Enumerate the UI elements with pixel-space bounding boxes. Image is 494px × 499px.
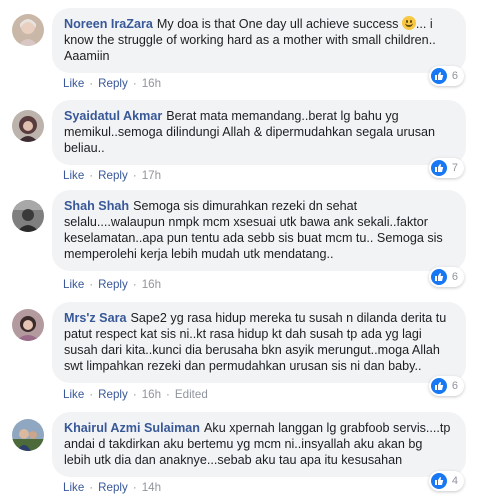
like-button[interactable]: Like: [63, 169, 84, 182]
like-reaction-icon: [430, 473, 447, 489]
reaction-count[interactable]: 6: [428, 66, 464, 86]
comment-text: know the struggle of working hard as a m…: [64, 33, 436, 47]
comment-text: Aku xpernah langgan lg grabfoob servis..…: [204, 421, 451, 435]
reaction-count-text: 6: [451, 271, 458, 283]
avatar[interactable]: [12, 419, 44, 451]
comment-bubble: Khairul Azmi Sulaiman Aku xpernah langgan…: [52, 412, 466, 477]
reaction-count-text: 6: [451, 380, 458, 392]
separator: ·: [132, 169, 137, 182]
reaction-count-text: 6: [451, 70, 458, 82]
separator: ·: [166, 388, 170, 401]
comment-text: lebih utk dia dan anaknye...sebab aku ta…: [64, 453, 403, 467]
separator: ·: [89, 169, 94, 182]
author-name[interactable]: Khairul Azmi Sulaiman: [64, 421, 200, 435]
comment-text: patut respect kat sis ni..kt rasa hidup …: [64, 327, 422, 341]
comment-bubble: Noreen IraZara My doa is that One day ull…: [52, 8, 466, 73]
like-reaction-icon: [430, 68, 447, 84]
separator: ·: [132, 278, 137, 291]
avatar[interactable]: [12, 309, 44, 341]
comment-text: susah dari kita..kunci dia berusaha bkn …: [64, 343, 440, 357]
comment-text: My doa is that One day ull achieve succe…: [156, 17, 399, 31]
timestamp[interactable]: 14h: [142, 481, 161, 494]
reply-button[interactable]: Reply: [98, 278, 128, 291]
author-name[interactable]: Noreen IraZara: [64, 17, 153, 31]
comment-actions: Like · Reply · 17h: [63, 169, 161, 183]
reaction-count[interactable]: 7: [428, 158, 464, 178]
reply-button[interactable]: Reply: [98, 388, 128, 401]
comment-text: keselamatan..apa pun tentu ada sebb sis …: [64, 231, 443, 245]
comment-text: beliau..: [64, 141, 105, 155]
separator: ·: [89, 77, 94, 90]
like-button[interactable]: Like: [63, 481, 84, 494]
comment-text: Sape2 yg rasa hidup mereka tu susah n di…: [130, 311, 447, 325]
avatar[interactable]: [12, 200, 44, 232]
author-name[interactable]: Syaidatul Akmar: [64, 109, 162, 123]
comment-text: memperolehi kerja lebih mudah utk mendat…: [64, 247, 334, 261]
separator: ·: [89, 388, 94, 401]
timestamp[interactable]: 17h: [142, 169, 161, 182]
separator: ·: [89, 481, 94, 494]
like-reaction-icon: [430, 160, 447, 176]
reply-button[interactable]: Reply: [98, 77, 128, 90]
separator: ·: [132, 77, 137, 90]
comment-bubble: Syaidatul Akmar Berat mata memandang..ber…: [52, 100, 466, 165]
comment-text: Aaamiin: [64, 49, 110, 63]
comment-text: memikul..semoga dilindungi Allah & diper…: [64, 125, 436, 139]
reaction-count-text: 4: [451, 475, 458, 487]
comment-actions: Like · Reply · 16h: [63, 278, 161, 292]
comment-actions: Like · Reply · 16h · Edited: [63, 388, 208, 402]
comment-actions: Like · Reply · 14h: [63, 481, 161, 495]
comment-text: selalu....walaupun nmpk mcm xsesuai utk …: [64, 215, 428, 229]
separator: ·: [89, 278, 94, 291]
smile-emoji-icon: [401, 16, 416, 30]
edited-label[interactable]: Edited: [175, 388, 208, 401]
like-reaction-icon: [430, 378, 447, 394]
comment-bubble: Mrs'z Sara Sape2 yg rasa hidup mereka tu …: [52, 302, 466, 383]
avatar[interactable]: [12, 110, 44, 142]
reaction-count-text: 7: [451, 162, 458, 174]
like-reaction-icon: [430, 269, 447, 285]
comment-text: Berat mata memandang..berat lg bahu yg: [166, 109, 399, 123]
comment-bubble: Shah Shah Semoga sis dimurahkan rezeki dn…: [52, 190, 466, 271]
comment-text: ... i: [415, 17, 433, 31]
like-button[interactable]: Like: [63, 77, 84, 90]
separator: ·: [132, 481, 137, 494]
reaction-count[interactable]: 6: [428, 267, 464, 287]
like-button[interactable]: Like: [63, 278, 84, 291]
comment-actions: Like · Reply · 16h: [63, 77, 161, 91]
comment-text: andai d takdirkan aku bertemu yg mcm ni.…: [64, 437, 423, 451]
comment-text: swt limpahkan rezeki dan permudahkan uru…: [64, 359, 422, 373]
author-name[interactable]: Shah Shah: [64, 199, 129, 213]
reaction-count[interactable]: 4: [428, 471, 464, 491]
reply-button[interactable]: Reply: [98, 481, 128, 494]
reply-button[interactable]: Reply: [98, 169, 128, 182]
timestamp[interactable]: 16h: [142, 278, 161, 291]
timestamp[interactable]: 16h: [142, 388, 161, 401]
comment-text: Semoga sis dimurahkan rezeki dn sehat: [133, 199, 358, 213]
reaction-count[interactable]: 6: [428, 376, 464, 396]
avatar[interactable]: [12, 14, 44, 46]
separator: ·: [132, 388, 137, 401]
timestamp[interactable]: 16h: [142, 77, 161, 90]
like-button[interactable]: Like: [63, 388, 84, 401]
author-name[interactable]: Mrs'z Sara: [64, 311, 127, 325]
